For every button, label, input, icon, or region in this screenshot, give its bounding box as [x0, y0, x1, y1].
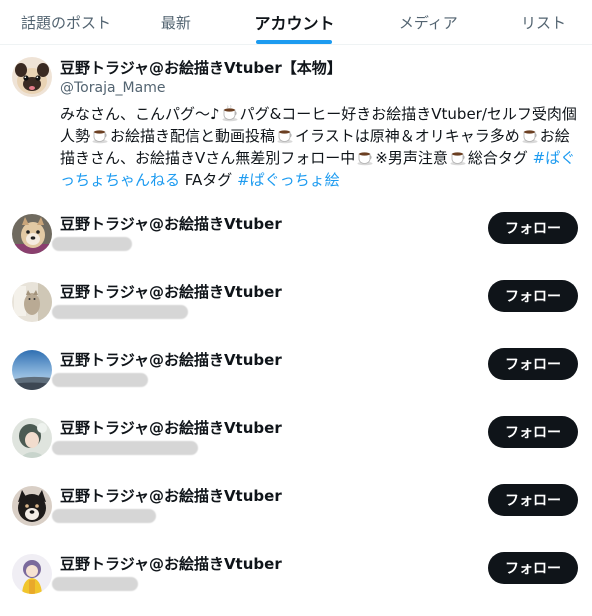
main-profile-name[interactable]: 豆野トラジャ@お絵描きVtuber【本物】: [60, 57, 342, 78]
tab-label: 話題のポスト: [20, 13, 111, 32]
active-tab-indicator: [256, 40, 333, 44]
account-row[interactable]: 豆野トラジャ@お絵描きVtuber フォロー: [0, 478, 592, 546]
coffee-cup-icon: [221, 104, 239, 122]
main-profile-card[interactable]: 豆野トラジャ@お絵描きVtuber【本物】 @Toraja_Mame みなさん、…: [0, 45, 592, 195]
account-name[interactable]: 豆野トラジャ@お絵描きVtuber: [60, 485, 282, 506]
coffee-cup-icon: [521, 126, 539, 144]
account-name[interactable]: 豆野トラジャ@お絵描きVtuber: [60, 417, 282, 438]
tab-label: メディア: [398, 13, 458, 32]
hashtag-link[interactable]: #ぱぐっちょ絵: [237, 171, 340, 189]
account-name[interactable]: 豆野トラジャ@お絵描きVtuber: [60, 213, 282, 234]
tab-accounts[interactable]: アカウント: [220, 0, 369, 44]
blurred-handle: [52, 577, 138, 591]
sky-landscape-avatar[interactable]: [12, 350, 52, 390]
coffee-cup-icon: [276, 126, 294, 144]
tab-latest[interactable]: 最新: [132, 0, 220, 44]
cat-avatar[interactable]: [12, 282, 52, 322]
tab-label: 最新: [160, 13, 191, 32]
blurred-handle: [52, 509, 156, 523]
blurred-handle: [52, 441, 198, 455]
main-profile-bio: みなさん、こんパグ〜♪ パグ&コーヒー好きお絵描きVtuber/セルフ受肉個人勢お…: [60, 104, 577, 189]
blurred-handle: [52, 237, 132, 251]
tab-media[interactable]: メディア: [369, 0, 488, 44]
account-row[interactable]: 豆野トラジャ@お絵描きVtuber フォロー: [0, 546, 592, 614]
blurred-handle: [52, 373, 148, 387]
search-tab-bar: 話題のポスト 最新 アカウント メディア リスト: [0, 0, 592, 45]
follow-button[interactable]: フォロー: [488, 484, 578, 516]
tab-label: リスト: [520, 13, 566, 32]
follow-button[interactable]: フォロー: [488, 280, 578, 312]
tab-lists[interactable]: リスト: [488, 0, 592, 44]
account-name[interactable]: 豆野トラジャ@お絵描きVtuber: [60, 349, 282, 370]
tab-label: アカウント: [254, 14, 335, 33]
yellow-character-avatar[interactable]: [12, 554, 52, 594]
black-dog-avatar[interactable]: [12, 486, 52, 526]
follow-button[interactable]: フォロー: [488, 416, 578, 448]
account-name[interactable]: 豆野トラジャ@お絵描きVtuber: [60, 281, 282, 302]
tab-top-posts[interactable]: 話題のポスト: [0, 0, 132, 44]
follow-button[interactable]: フォロー: [488, 348, 578, 380]
blurred-handle: [52, 305, 188, 319]
coffee-cup-icon: [356, 148, 374, 166]
coffee-cup-icon: [91, 126, 109, 144]
account-row[interactable]: 豆野トラジャ@お絵描きVtuber フォロー: [0, 342, 592, 410]
account-row[interactable]: 豆野トラジャ@お絵描きVtuber フォロー: [0, 274, 592, 342]
main-profile-handle: @Toraja_Mame: [60, 80, 166, 96]
follow-button[interactable]: フォロー: [488, 212, 578, 244]
account-row[interactable]: 豆野トラジャ@お絵描きVtuber フォロー: [0, 410, 592, 478]
account-name[interactable]: 豆野トラジャ@お絵描きVtuber: [60, 553, 282, 574]
follow-button[interactable]: フォロー: [488, 552, 578, 584]
shiba-dog-avatar[interactable]: [12, 214, 52, 254]
illustration-avatar[interactable]: [12, 418, 52, 458]
coffee-cup-icon: [449, 148, 467, 166]
pug-avatar[interactable]: [12, 57, 52, 97]
account-row[interactable]: 豆野トラジャ@お絵描きVtuber フォロー: [0, 206, 592, 274]
